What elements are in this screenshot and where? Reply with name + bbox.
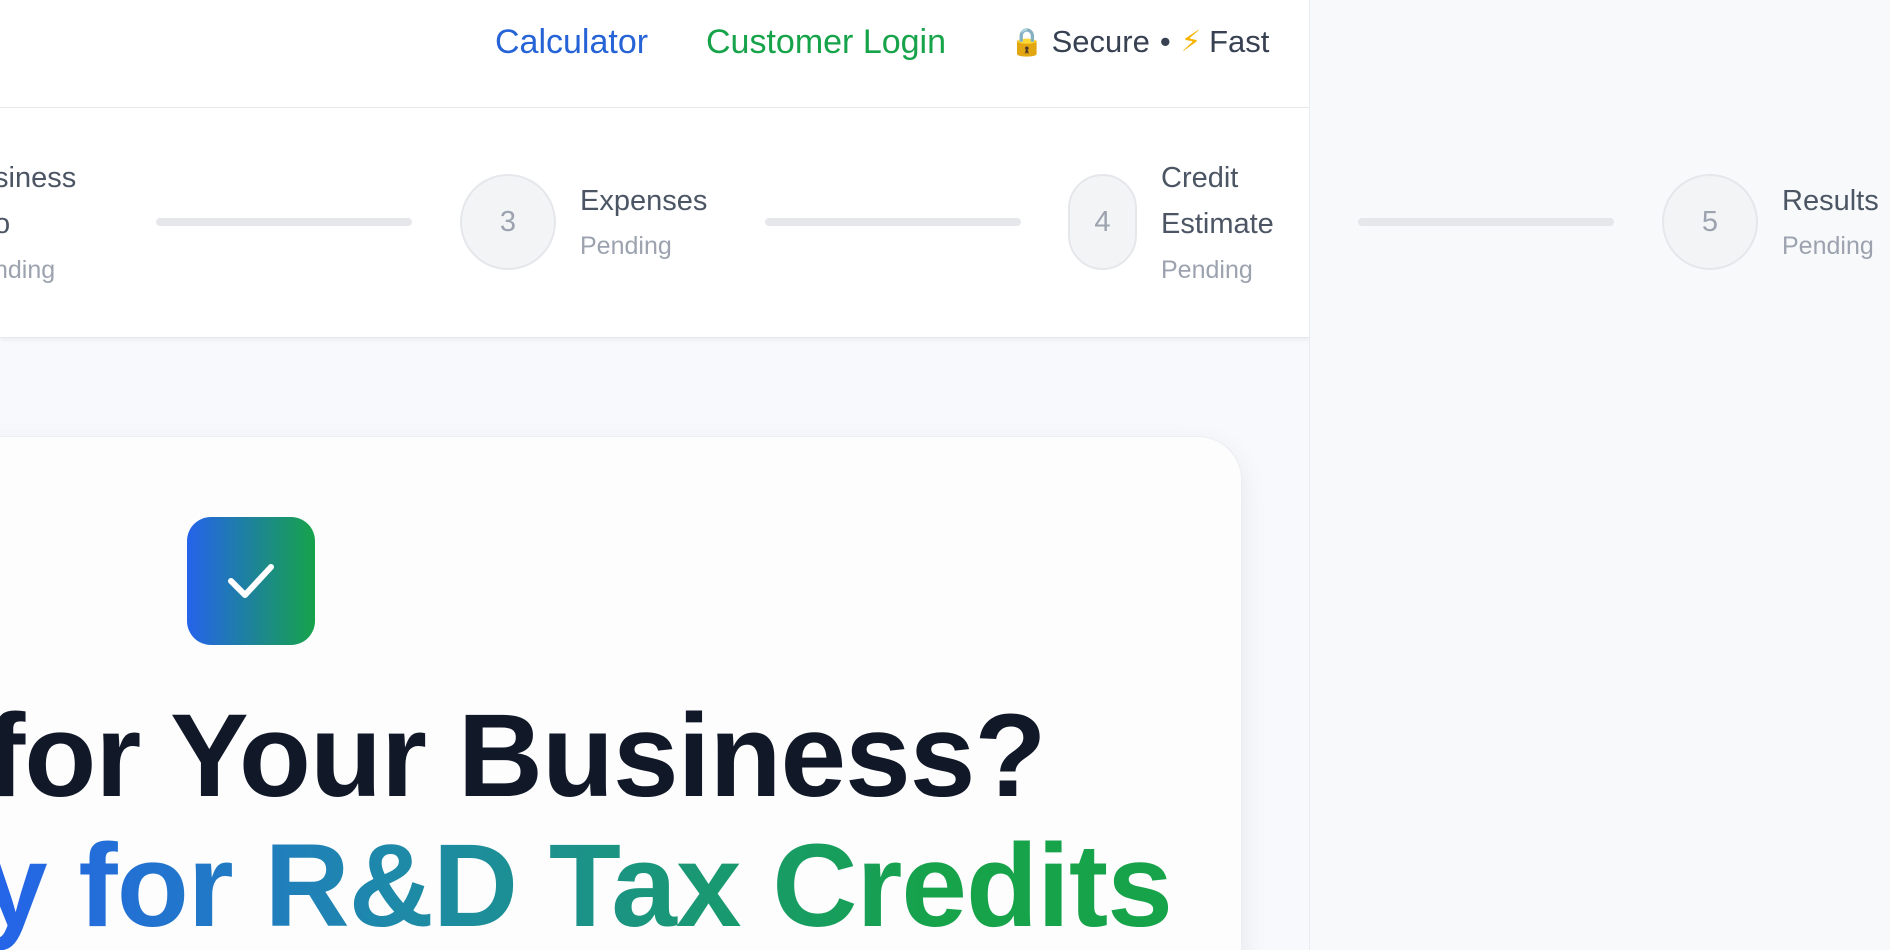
step-2-status: nding xyxy=(0,256,56,284)
step-4-title-line2: Estimate xyxy=(1161,208,1274,240)
step-4-title-line1: Credit xyxy=(1161,162,1239,194)
secure-label: Secure xyxy=(1051,24,1150,59)
step-3-status: Pending xyxy=(580,232,672,260)
step-connector xyxy=(765,218,1021,226)
step-5-status: Pending xyxy=(1782,232,1874,260)
step-5-circle[interactable]: 5 xyxy=(1662,174,1758,270)
fast-label: Fast xyxy=(1209,24,1270,59)
lock-icon: 🔒 xyxy=(1010,27,1044,57)
nav-customer-login-link[interactable]: Customer Login xyxy=(706,20,946,64)
hero-headline-line2: y for R&D Tax Credits xyxy=(0,820,1173,950)
separator-dot: • xyxy=(1159,24,1171,59)
step-4-status: Pending xyxy=(1161,256,1253,284)
check-badge xyxy=(187,517,315,645)
main-column: Calculator Customer Login 🔒 Secure • ⚡ F… xyxy=(0,0,1310,950)
step-3-circle[interactable]: 3 xyxy=(460,174,556,270)
step-2-title-line2: o xyxy=(0,201,10,247)
top-navigation-bar: Calculator Customer Login 🔒 Secure • ⚡ F… xyxy=(0,0,1309,108)
step-connector xyxy=(1358,218,1614,226)
step-5-title: Results xyxy=(1782,185,1879,217)
step-connector xyxy=(156,218,412,226)
page-background-right xyxy=(1310,0,1890,950)
step-2-title-line1: siness xyxy=(0,162,77,194)
checkmark-icon xyxy=(228,564,274,598)
hero-headline-line1: for Your Business? xyxy=(0,690,1046,822)
trust-indicators: 🔒 Secure • ⚡ Fast xyxy=(1010,20,1269,64)
lightning-icon: ⚡ xyxy=(1180,26,1202,58)
nav-calculator-link[interactable]: Calculator xyxy=(495,20,648,64)
step-3-title: Expenses xyxy=(580,185,708,217)
step-4-circle[interactable]: 4 xyxy=(1068,174,1137,270)
